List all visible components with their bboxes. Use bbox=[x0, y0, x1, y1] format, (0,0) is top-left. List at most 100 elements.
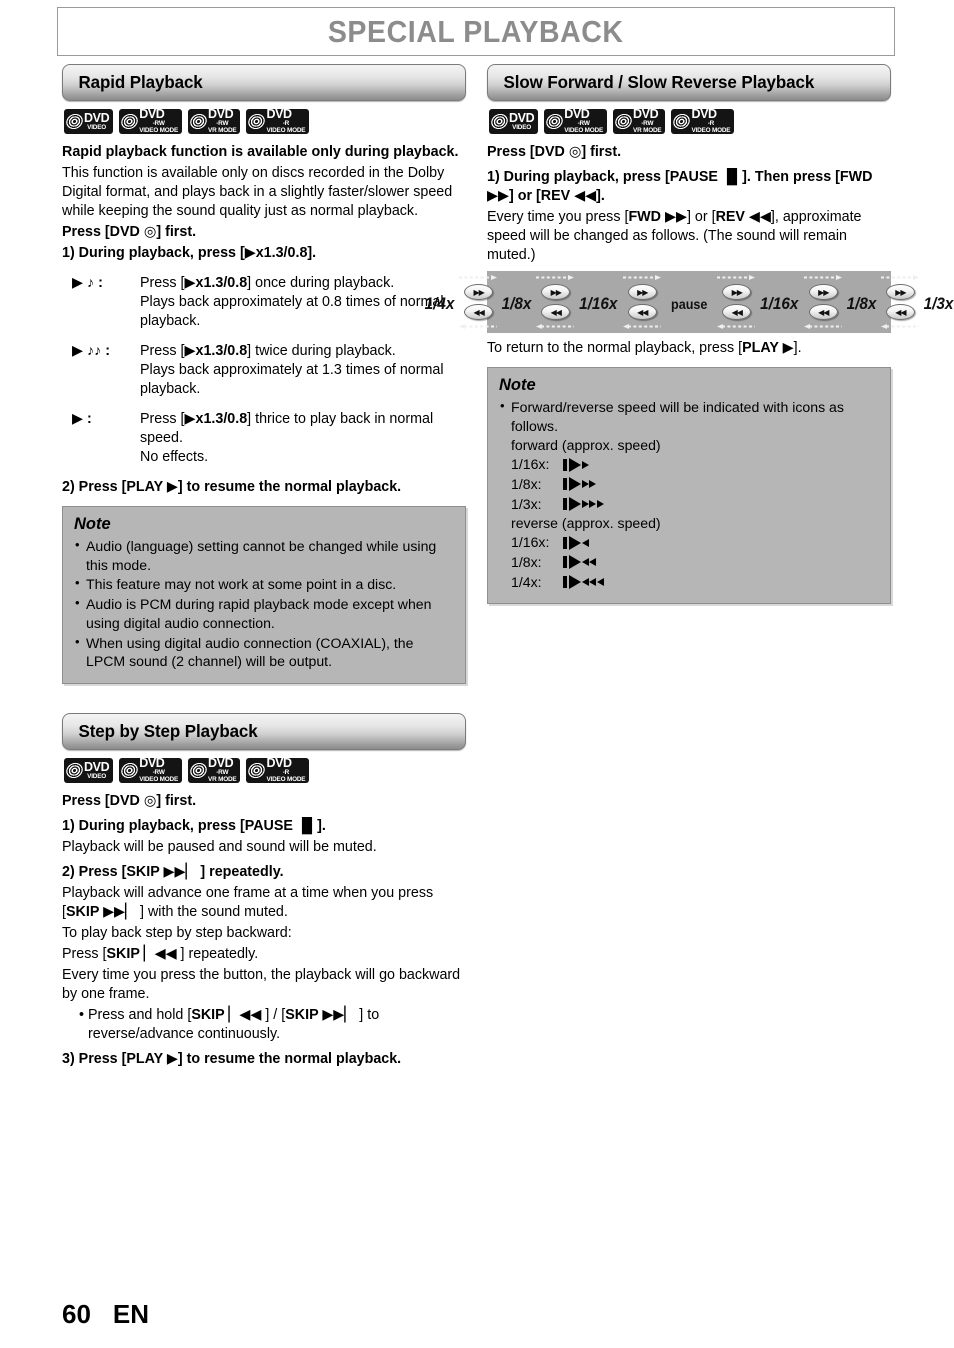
rev-button-icon[interactable]: ◀◀ bbox=[722, 304, 752, 320]
badge-dvd-rw-video-mode: DVD -RW VIDEO MODE bbox=[543, 108, 608, 134]
rev-button-icon[interactable]: ◀◀ bbox=[464, 304, 494, 320]
badge-title: DVD bbox=[84, 759, 110, 774]
rev-button-icon[interactable]: ◀◀ bbox=[541, 304, 571, 320]
badge-mode: VIDEO bbox=[512, 123, 532, 131]
diagram-label-1: 1/8x bbox=[501, 294, 532, 313]
press-dvd-post: ] first. bbox=[581, 144, 622, 160]
fwd-button-icon[interactable]: ▶▶ bbox=[808, 284, 838, 300]
dvd-button-icon: ◎ bbox=[143, 224, 157, 240]
rev-button-icon[interactable]: ◀◀ bbox=[627, 304, 657, 320]
list-item: Forward/reverse speed will be indicated … bbox=[499, 397, 879, 435]
fwd-button-icon[interactable]: ▶▶ bbox=[627, 284, 657, 300]
speed-icon-row: 1/3x: bbox=[499, 495, 879, 514]
rev-button-icon[interactable]: ◀◀ bbox=[808, 304, 838, 320]
rapid-row-icon: ▶ : bbox=[72, 411, 92, 427]
desc-b: ▶x1.3/0.8 bbox=[184, 275, 248, 291]
badge-dvd-video: DVD VIDEO bbox=[63, 109, 114, 134]
slow-reverse-2-icon bbox=[563, 555, 596, 570]
badge-dvd-video: DVD VIDEO bbox=[488, 109, 539, 134]
badge-title: DVD bbox=[208, 107, 234, 122]
desc-c: ] once during playback. bbox=[247, 275, 395, 291]
step-press-dvd: Press [DVD ◎] first. bbox=[62, 792, 466, 811]
rapid-row-desc: Press [▶x1.3/0.8] twice during playback.… bbox=[140, 342, 466, 399]
sub-a: Every time you press [ bbox=[487, 209, 629, 225]
rev-button-icon[interactable]: ◀◀ bbox=[885, 304, 915, 320]
badge-title: DVD bbox=[509, 110, 535, 125]
dashed-arrow-forward-icon bbox=[622, 275, 661, 280]
badge-mode: VR MODE bbox=[208, 127, 237, 135]
diagram-button-pair: ▶▶ ◀◀ bbox=[619, 271, 665, 333]
speed-icon-row: 1/4x: bbox=[499, 573, 879, 592]
step-2-sub-3: Press [SKIP ▏◀◀ ] repeatedly. bbox=[62, 945, 466, 964]
step-1-sub: Playback will be paused and sound will b… bbox=[62, 839, 377, 856]
speed-icon-row: 1/16x: bbox=[499, 533, 879, 552]
slow-reverse-3-icon bbox=[563, 574, 604, 589]
badge-dvd-rw-video-mode: DVD -RW VIDEO MODE bbox=[118, 757, 183, 783]
dashed-arrow-reverse-icon bbox=[536, 324, 575, 329]
desc-a: Press [ bbox=[140, 343, 185, 359]
step-2-sub-4: Every time you press the button, the pla… bbox=[62, 967, 461, 1003]
press-dvd-post: ] first. bbox=[156, 224, 197, 240]
return-b: PLAY ▶ bbox=[742, 340, 794, 356]
step-2: 2) Press [SKIP ▶▶▏ ] repeatedly. bbox=[62, 864, 284, 881]
disc-icon bbox=[187, 760, 210, 782]
list-item: When using digital audio connection (COA… bbox=[74, 633, 454, 671]
press-dvd-pre: Press [DVD bbox=[62, 793, 144, 810]
sub-b: SKIP ▶▶▏ bbox=[65, 904, 137, 921]
slow-step-1: 1) During playback, press [PAUSE ▐▌]. Th… bbox=[487, 169, 873, 204]
right-column: Slow Forward / Slow Reverse Playback DVD… bbox=[425, 64, 953, 605]
badge-mode: VR MODE bbox=[208, 776, 237, 784]
note-box-slow: Note Forward/reverse speed will be indic… bbox=[487, 367, 891, 605]
section-header-step-by-step-playback-label: Step by Step Playback bbox=[78, 721, 258, 742]
page-title-box: SPECIAL PLAYBACK bbox=[57, 7, 895, 56]
badge-title: DVD bbox=[208, 756, 234, 771]
disc-icon bbox=[246, 760, 268, 782]
step-3: 3) Press [PLAY ▶] to resume the normal p… bbox=[62, 1051, 402, 1068]
slow-reverse-1-icon bbox=[563, 535, 589, 550]
section-header-slow-playback-label: Slow Forward / Slow Reverse Playback bbox=[503, 72, 815, 92]
fwd-button-icon[interactable]: ▶▶ bbox=[722, 284, 752, 300]
badge-mode: VIDEO bbox=[87, 123, 107, 131]
left-column: Rapid Playback DVD VIDEO DVD -RW VIDEO M… bbox=[62, 64, 466, 1071]
disc-icon bbox=[118, 111, 141, 132]
fwd-button-icon[interactable]: ▶▶ bbox=[885, 284, 915, 300]
badge-mode: VR MODE bbox=[633, 127, 662, 135]
step-2-sub-2: To play back step by step backward: bbox=[62, 925, 292, 942]
desc-a: Press [ bbox=[140, 411, 185, 427]
section-header-slow-playback: Slow Forward / Slow Reverse Playback bbox=[487, 64, 891, 101]
page-number: 60 bbox=[62, 1299, 91, 1329]
slow-forward-2-icon bbox=[563, 477, 596, 492]
press-dvd-pre: Press [DVD bbox=[487, 144, 569, 160]
disc-badges-slow: DVD VIDEO DVD -RW VIDEO MODE DVD -RW VR … bbox=[488, 107, 891, 135]
table-row: ▶ : Press [▶x1.3/0.8] thrice to play bac… bbox=[62, 410, 466, 467]
diagram-button-pair: ▶▶ ◀◀ bbox=[713, 271, 759, 333]
note-box-rapid: Note Audio (language) setting cannot be … bbox=[62, 506, 466, 685]
section-header-rapid-playback: Rapid Playback bbox=[62, 64, 466, 101]
dashed-arrow-forward-icon bbox=[536, 275, 575, 280]
diagram-button-pair: ▶▶ ◀◀ bbox=[877, 271, 923, 333]
badge-dvd-rw-vr-mode: DVD -RW VR MODE bbox=[187, 756, 241, 784]
press-dvd-post: ] first. bbox=[156, 793, 197, 810]
list-item: Audio (language) setting cannot be chang… bbox=[74, 536, 454, 574]
speed-icon-row: 1/16x: bbox=[499, 455, 879, 474]
dashed-arrow-reverse-icon bbox=[459, 324, 498, 329]
disc-icon bbox=[118, 760, 141, 782]
fwd-button-icon[interactable]: ▶▶ bbox=[464, 284, 494, 300]
rapid-lead-bold: Rapid playback function is available onl… bbox=[62, 144, 459, 160]
sub-a: Press [ bbox=[62, 946, 107, 963]
badge-mode: VIDEO MODE bbox=[266, 127, 306, 135]
step-2-sub-1: Playback will advance one frame at a tim… bbox=[62, 884, 466, 922]
table-row: ▶ ♪ : Press [▶x1.3/0.8] once during play… bbox=[62, 274, 466, 331]
section-header-rapid-playback-label: Rapid Playback bbox=[78, 72, 203, 92]
dashed-arrow-forward-icon bbox=[880, 275, 919, 280]
speed-label: 1/8x: bbox=[511, 475, 542, 492]
desc-line2: No effects. bbox=[140, 449, 209, 465]
disc-badges-step: DVD VIDEO DVD -RW VIDEO MODE DVD -RW VR … bbox=[63, 756, 466, 784]
badge-title: DVD bbox=[633, 107, 659, 122]
dashed-arrow-reverse-icon bbox=[880, 324, 919, 329]
badge-mode: VIDEO bbox=[87, 772, 107, 780]
speed-icon-row: 1/8x: bbox=[499, 475, 879, 494]
disc-badges-rapid: DVD VIDEO DVD -RW VIDEO MODE DVD -RW VR … bbox=[63, 107, 466, 135]
disc-icon bbox=[63, 111, 86, 132]
fwd-button-icon[interactable]: ▶▶ bbox=[541, 284, 571, 300]
